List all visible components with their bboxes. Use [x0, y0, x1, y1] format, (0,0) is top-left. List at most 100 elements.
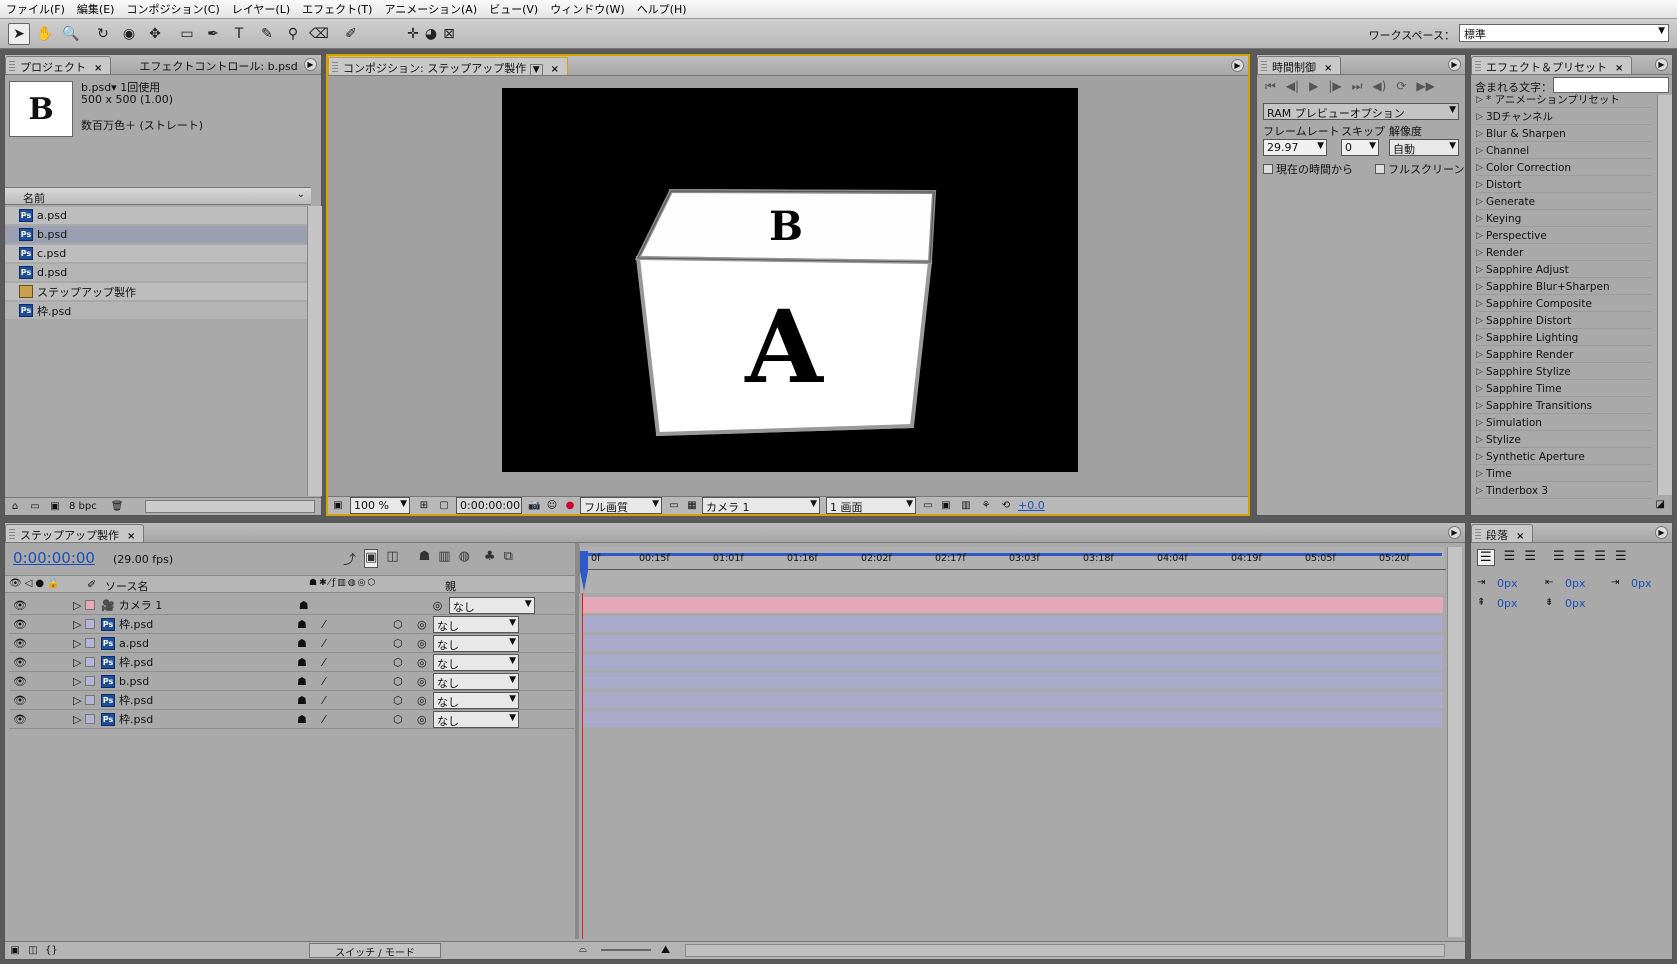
selection-tool-icon[interactable]: ➤ — [8, 23, 30, 45]
list-item[interactable]: ステップアップ製作 — [5, 283, 307, 300]
align-right-icon[interactable]: ☰ — [1524, 549, 1536, 566]
parent-select[interactable]: なし ▼ — [433, 710, 519, 728]
layer-name[interactable]: 枠.psd — [119, 616, 297, 632]
effects-item[interactable]: Color Correction — [1476, 160, 1652, 176]
indent-left-value[interactable]: 0px — [1497, 577, 1518, 590]
3d-layer-icon[interactable]: ⬡ — [393, 637, 417, 650]
menu-animation[interactable]: アニメーション(A) — [378, 1, 483, 17]
list-item[interactable]: Ps d.psd — [5, 264, 307, 281]
effects-item[interactable]: Keying — [1476, 211, 1652, 227]
effects-item[interactable]: Channel — [1476, 143, 1652, 159]
3d-layer-icon[interactable]: ⬡ — [393, 694, 417, 707]
shy-switch-icon[interactable]: ☗ — [297, 713, 323, 726]
clone-stamp-icon[interactable]: ⚲ — [282, 23, 304, 45]
play-icon[interactable]: ▶ — [1309, 79, 1318, 94]
3d-layer-icon[interactable]: ⬡ — [393, 618, 417, 631]
modes-toggle-icon[interactable]: ◫ — [27, 945, 39, 957]
effects-item[interactable]: Sapphire Time — [1476, 381, 1652, 397]
eye-icon[interactable]: 👁 — [13, 656, 27, 669]
shy-switch-icon[interactable]: ☗ — [299, 599, 319, 612]
audio-icon[interactable]: ◀) — [1372, 79, 1386, 94]
shy-icon[interactable]: ☗ — [419, 549, 431, 568]
pick-whip-icon[interactable]: ◎ — [417, 637, 433, 650]
ram-preview-icon[interactable]: ▶▶ — [1416, 79, 1434, 94]
tab-effect-controls[interactable]: エフェクトコントロール: b.psd — [125, 56, 305, 74]
composition-viewer[interactable]: B A — [502, 88, 1078, 472]
justify-all-icon[interactable]: ☰ — [1615, 549, 1627, 566]
effects-search-input[interactable] — [1553, 77, 1669, 93]
pick-whip-icon[interactable]: ◎ — [417, 656, 433, 669]
effects-item[interactable]: Blur & Sharpen — [1476, 126, 1652, 142]
mask-view-icon[interactable]: ▢ — [438, 500, 450, 512]
parent-select[interactable]: なし ▼ — [433, 634, 519, 652]
effects-item[interactable]: Distort — [1476, 177, 1652, 193]
eye-icon[interactable]: 👁 — [13, 694, 27, 707]
effects-item[interactable]: Perspective — [1476, 228, 1652, 244]
align-left-icon[interactable]: ☰ — [1477, 549, 1495, 566]
menu-file[interactable]: ファイル(F) — [0, 1, 71, 17]
fast-previews-icon[interactable]: ▣ — [940, 500, 952, 512]
layer-row[interactable]: 👁 ▷ Ps a.psd ☗ ⁄ ⬡ ◎ なし ▼ — [9, 634, 579, 653]
layer-switches-toggle-icon[interactable]: ▣ — [9, 945, 21, 957]
layer-bar[interactable] — [583, 635, 1443, 651]
project-scrollbar[interactable] — [307, 206, 322, 496]
prev-frame-icon[interactable]: ◀| — [1286, 79, 1299, 94]
tab-project[interactable]: プロジェクト × — [5, 56, 112, 74]
label-color-icon[interactable] — [85, 600, 95, 610]
list-item[interactable]: Ps 枠.psd — [5, 302, 307, 319]
workspace-select[interactable]: 標準 — [1459, 24, 1669, 42]
panel-menu-icon[interactable]: ▶ — [1655, 526, 1668, 539]
text-tool-icon[interactable]: T — [228, 23, 250, 45]
layer-name[interactable]: カメラ 1 — [119, 597, 299, 613]
pick-whip-icon[interactable]: ◎ — [417, 618, 433, 631]
tab-time-control[interactable]: 時間制御 × — [1257, 56, 1342, 74]
expand-triangle-icon[interactable]: ▷ — [73, 675, 85, 688]
space-after-value[interactable]: 0px — [1565, 597, 1586, 610]
effects-item[interactable]: Sapphire Adjust — [1476, 262, 1652, 278]
justify-left-icon[interactable]: ☰ — [1553, 549, 1565, 566]
first-frame-icon[interactable]: ⏮ — [1265, 79, 1276, 94]
layer-bar[interactable] — [583, 692, 1443, 708]
eye-icon[interactable]: 👁 — [13, 618, 27, 631]
framerate-select[interactable]: 29.97 ▼ — [1263, 139, 1327, 156]
effects-item[interactable]: 3Dチャンネル — [1476, 109, 1652, 125]
quality-switch-icon[interactable]: ⁄ — [323, 618, 393, 631]
eye-icon[interactable]: 👁 — [13, 637, 27, 650]
shy-switch-icon[interactable]: ☗ — [297, 637, 323, 650]
source-name-header[interactable]: ソース名 — [105, 578, 148, 594]
tab-composition[interactable]: コンポジション: ステップアップ製作 ▼ × — [328, 57, 569, 76]
expand-triangle-icon[interactable]: ▷ — [73, 694, 85, 707]
space-before-value[interactable]: 0px — [1497, 597, 1518, 610]
composition-mini-flowchart-icon[interactable]: ⤴ — [343, 549, 356, 568]
expand-triangle-icon[interactable]: ▷ — [73, 656, 85, 669]
effects-item[interactable]: Simulation — [1476, 415, 1652, 431]
draft-3d-icon[interactable]: ◫ — [386, 549, 398, 568]
zoom-out-icon[interactable]: ⌓ — [579, 944, 587, 955]
live-update-icon[interactable]: ▣ — [364, 549, 379, 568]
puppet-pin-icon[interactable]: ✐ — [340, 23, 362, 45]
layer-row[interactable]: 👁 ▷ Ps b.psd ☗ ⁄ ⬡ ◎ なし ▼ — [9, 672, 579, 691]
zoom-tool-icon[interactable]: 🔍 — [60, 23, 82, 45]
expand-triangle-icon[interactable]: ▷ — [73, 713, 85, 726]
pick-whip-icon[interactable]: ◎ — [433, 599, 449, 612]
effects-item[interactable]: Render — [1476, 245, 1652, 261]
parent-select[interactable]: なし ▼ — [433, 691, 519, 709]
tab-timeline[interactable]: ステップアップ製作 × — [5, 524, 145, 542]
camera-orbit-icon[interactable]: ◉ — [118, 23, 140, 45]
expand-triangle-icon[interactable]: ▷ — [73, 618, 85, 631]
menu-help[interactable]: ヘルプ(H) — [631, 1, 693, 17]
current-time-indicator[interactable] — [580, 551, 588, 591]
camera-track-icon[interactable]: ✥ — [144, 23, 166, 45]
channel-icon[interactable]: ● — [564, 500, 576, 512]
bit-depth-label[interactable]: 8 bpc — [69, 501, 97, 512]
label-color-icon[interactable] — [85, 657, 95, 667]
effects-item[interactable]: Sapphire Stylize — [1476, 364, 1652, 380]
frame-blending-icon[interactable]: ▥ — [438, 549, 450, 568]
panel-menu-icon[interactable]: ▶ — [1655, 58, 1668, 71]
justify-right-icon[interactable]: ☰ — [1594, 549, 1606, 566]
layer-bar-camera[interactable] — [583, 597, 1443, 613]
layer-name[interactable]: 枠.psd — [119, 711, 297, 727]
show-snapshot-icon[interactable]: ☺ — [546, 500, 558, 512]
label-color-icon[interactable] — [85, 695, 95, 705]
effects-item[interactable]: Sapphire Distort — [1476, 313, 1652, 329]
